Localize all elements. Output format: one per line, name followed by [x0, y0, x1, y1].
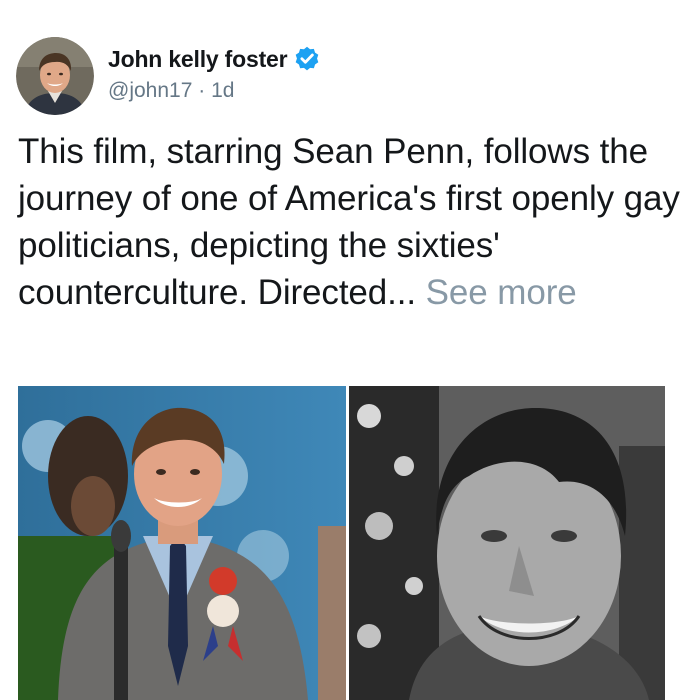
tweet-card: John kelly foster @john17 · 1d This film…	[0, 0, 700, 700]
name-row: John kelly foster	[108, 43, 321, 75]
author-handle[interactable]: @john17	[108, 79, 192, 102]
tweet-body-text: This film, starring Sean Penn, follows t…	[18, 132, 680, 312]
author-meta: John kelly foster @john17 · 1d	[108, 43, 321, 103]
verified-badge-icon	[293, 45, 321, 73]
tweet-text: This film, starring Sean Penn, follows t…	[18, 128, 690, 316]
tweet-header: John kelly foster @john17 · 1d	[16, 36, 321, 116]
see-more-link[interactable]: See more	[426, 273, 577, 312]
author-display-name[interactable]: John kelly foster	[108, 46, 288, 73]
avatar[interactable]	[16, 37, 94, 115]
media-photo-right[interactable]	[349, 386, 665, 700]
black-and-white-portrait-photo	[349, 386, 665, 700]
actor-at-podium-photo	[18, 386, 346, 700]
meta-separator: ·	[198, 79, 206, 102]
handle-row: @john17 · 1d	[108, 79, 321, 103]
media-photo-left[interactable]	[18, 386, 346, 700]
avatar-image	[16, 37, 94, 115]
tweet-media	[18, 386, 665, 700]
tweet-age[interactable]: 1d	[211, 79, 234, 102]
